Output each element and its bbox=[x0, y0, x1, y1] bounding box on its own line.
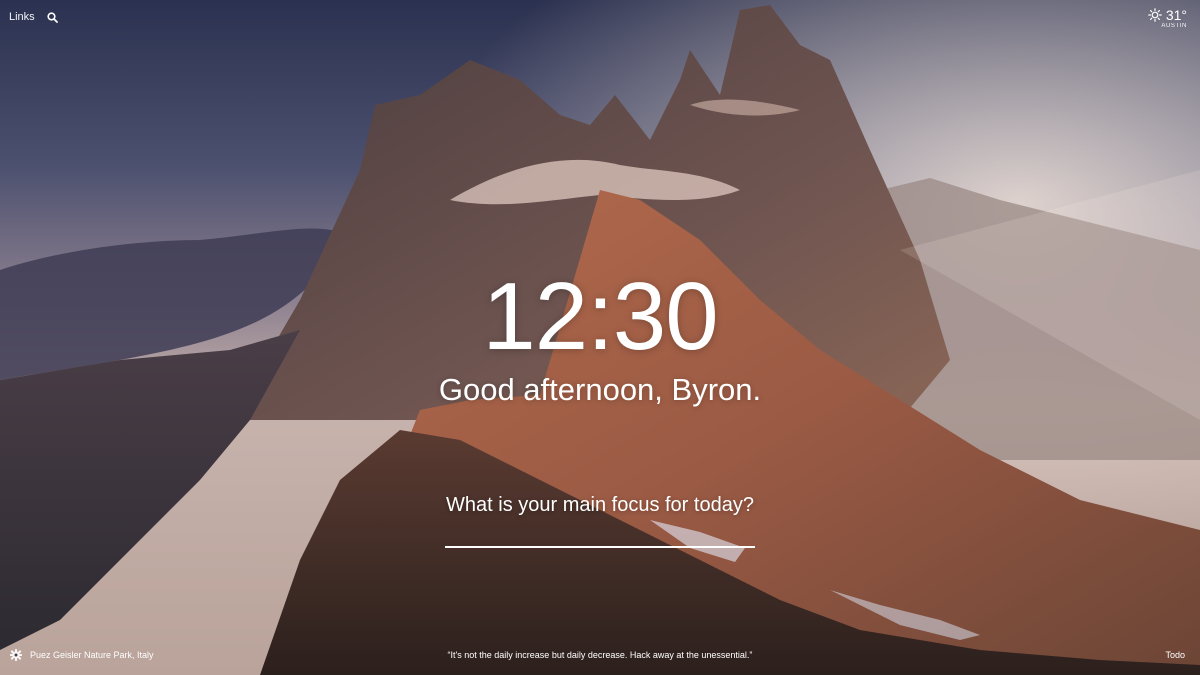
top-left-bar: Links bbox=[9, 11, 58, 23]
greeting: Good afternoon, Byron. bbox=[438, 372, 762, 407]
weather-location: AUSTIN bbox=[1161, 23, 1187, 29]
focus-input[interactable] bbox=[445, 522, 755, 548]
todo-button[interactable]: Todo bbox=[1165, 650, 1185, 660]
sun-icon bbox=[1148, 8, 1162, 22]
daily-quote[interactable]: “It's not the daily increase but daily d… bbox=[0, 650, 1200, 660]
temperature: 31° bbox=[1165, 7, 1187, 23]
weather-widget[interactable]: 31° AUSTIN bbox=[1148, 7, 1187, 29]
links-button[interactable]: Links bbox=[9, 11, 35, 23]
search-icon[interactable] bbox=[47, 11, 58, 23]
focus-question: What is your main focus for today? bbox=[446, 494, 754, 516]
clock-time[interactable]: 12:30 bbox=[0, 262, 1200, 372]
